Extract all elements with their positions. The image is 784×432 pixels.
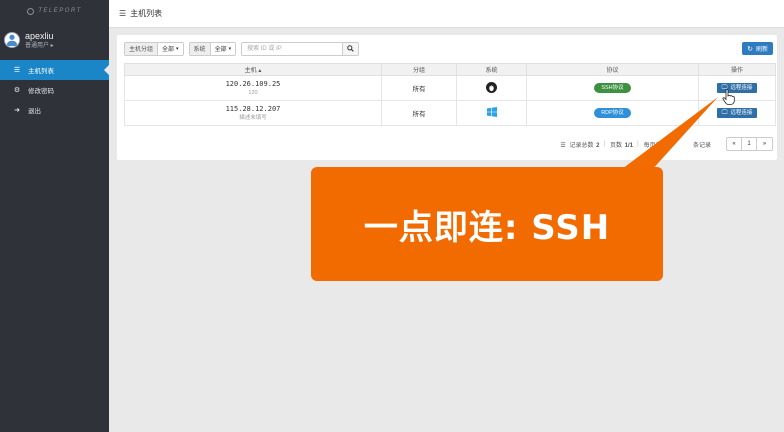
action-cell: 🖵 远程连接 [698,75,776,101]
per-page-label: 每页显示 [643,142,668,149]
table-row: 120.26.109.25 120 所有 SSH协议 🖵 远程连接 [124,75,776,101]
logo-text: TELEPORT [38,8,82,14]
list-icon: ☰ [119,9,127,18]
caret-down-icon: ▾ [228,45,232,52]
user-name[interactable]: apexliu [25,31,54,42]
os-filter: 系统 全部 ▾ [188,41,237,56]
column-header-group: 分组 [381,63,457,76]
divider: | [637,141,639,147]
group-cell: 所有 [381,100,457,126]
hand-cursor-icon [722,89,735,105]
record-total: ☰ 记录总数 2 [559,140,599,149]
host-list-panel: 主机分组 全部 ▾ 系统 全部 ▾ ↻ 刷新 [117,35,777,160]
column-header-os: 系统 [456,63,527,76]
action-cell: 🖵 远程连接 [698,100,776,126]
group-filter-select[interactable]: 全部 ▾ [158,42,183,55]
remote-connect-label: 远程连接 [730,110,753,116]
os-cell [456,75,527,101]
callout-box: 一点即连: SSH [311,167,663,281]
sidebar-item-logout[interactable]: ➜ 退出 [0,100,109,120]
list-icon: ☰ [13,67,21,74]
remote-connect-button[interactable]: 🖵 远程连接 [716,108,758,118]
column-header-action: 操作 [698,63,776,76]
host-cell: 115.28.12.207 描述未填写 [124,100,382,126]
avatar[interactable] [4,32,20,48]
page-buttons: « 1 » [726,137,773,151]
os-filter-label: 系统 [189,42,211,55]
host-table: 主机 ▴ 分组 系统 协议 操作 120.26.109.25 120 所有 SS… [124,63,776,126]
column-header-protocol: 协议 [526,63,699,76]
page-info-label: 页数 [610,142,623,149]
host-description: 描述未填写 [239,114,267,121]
os-filter-value: 全部 [214,47,227,53]
host-ip: 120.26.109.25 [225,79,281,88]
double-right-icon: » [762,141,767,147]
windows-icon [486,107,497,117]
protocol-cell: RDP协议 [526,100,699,126]
divider: | [603,141,606,147]
sidebar-item-label: 主机列表 [28,68,54,75]
refresh-button[interactable]: ↻ 刷新 [742,42,773,55]
sidebar-item-change-password[interactable]: ⚙ 修改密码 [0,80,109,100]
refresh-icon: ↻ [747,45,753,53]
refresh-label: 刷新 [755,47,768,53]
column-header-host[interactable]: 主机 ▴ [124,63,382,76]
prev-page-button[interactable]: « [727,138,742,150]
page-info-value: 1/1 [624,142,634,149]
monitor-icon: 🖵 [721,110,728,116]
logo: TELEPORT [0,0,109,22]
record-total-value: 2 [596,142,600,149]
search-button[interactable] [342,42,359,55]
callout-text: 一点即连: SSH [363,207,611,248]
table-header-row: 主机 ▴ 分组 系统 协议 操作 [124,63,776,76]
double-left-icon: « [732,141,736,147]
page-info: 页数 1/1 [609,140,633,149]
topbar: ☰ 主机列表 [109,0,784,28]
protocol-cell: SSH协议 [526,75,699,101]
filter-bar: 主机分组 全部 ▾ 系统 全部 ▾ [124,41,360,56]
gears-icon: ⚙ [13,87,21,94]
sidebar-item-host-list[interactable]: ☰ 主机列表 [0,60,109,80]
next-page-button[interactable]: » [757,138,772,150]
page-number-button[interactable]: 1 [742,138,757,150]
os-filter-select[interactable]: 全部 ▾ [210,42,236,55]
per-page-suffix: 条记录 [692,142,711,149]
pagination: ☰ 记录总数 2 | 页数 1/1 | 每页显示 条记录 « 1 » [559,137,773,151]
group-filter-value: 全部 [162,47,175,53]
per-page: 每页显示 条记录 [643,140,712,149]
group-filter: 主机分组 全部 ▾ [124,41,184,56]
page-title: 主机列表 [130,9,163,18]
os-cell [456,100,527,126]
user-role[interactable]: 普通用户 ▸ [25,42,54,50]
caret-down-icon: ▾ [176,45,179,52]
linux-icon [486,81,497,93]
protocol-badge-ssh: SSH协议 [594,83,631,93]
sidebar-item-label: 退出 [28,108,41,115]
host-cell: 120.26.109.25 120 [124,75,382,101]
protocol-badge-rdp: RDP协议 [594,108,631,118]
search-box [241,41,360,56]
user-icon [6,34,18,46]
sidebar-item-label: 修改密码 [28,88,54,95]
sign-out-icon: ➜ [14,107,20,114]
search-icon [347,45,354,52]
record-total-label: 记录总数 [569,142,594,149]
host-ip: 115.28.12.207 [225,104,281,113]
group-filter-label: 主机分组 [125,42,159,55]
logo-mark-icon [27,7,35,15]
host-description: 120 [248,89,258,96]
table-row: 115.28.12.207 描述未填写 所有 RDP协议 🖵 远程连接 [124,100,776,126]
list-icon: ☰ [560,142,566,149]
sidebar: TELEPORT apexliu 普通用户 ▸ ☰ 主机列表 ⚙ 修改密码 ➜ … [0,0,109,432]
sidebar-nav: ☰ 主机列表 ⚙ 修改密码 ➜ 退出 [0,60,109,120]
user-panel: apexliu 普通用户 ▸ [0,22,109,58]
group-cell: 所有 [381,75,457,101]
search-input[interactable] [242,42,343,55]
